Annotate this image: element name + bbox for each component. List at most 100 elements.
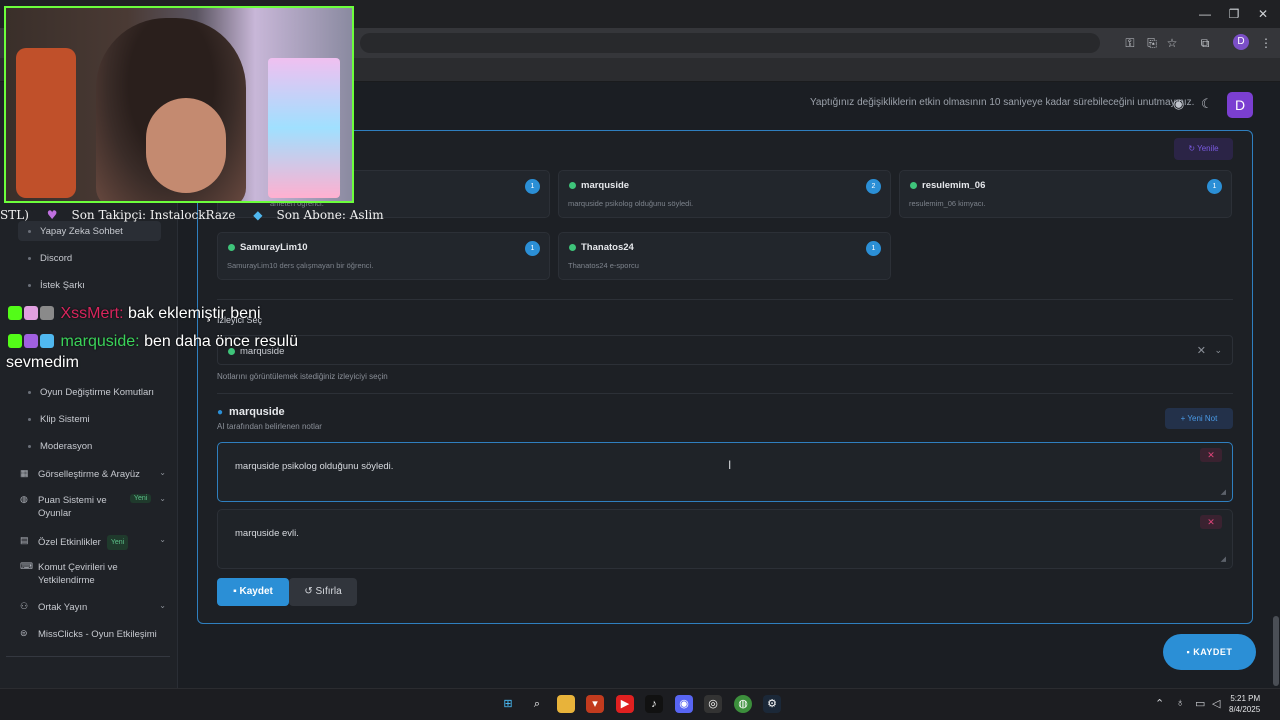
users-icon: ⚇	[20, 601, 29, 611]
sidebar-group-gorsellestirme[interactable]: ▦ Görselleştirme & Arayüz ⌄	[20, 468, 166, 481]
user-avatar[interactable]: D	[1227, 92, 1253, 118]
tray-chevron-icon[interactable]: ⌃	[1155, 697, 1164, 710]
chat-message: XssMert: bak eklemiştir beni	[8, 305, 261, 323]
file-explorer-icon[interactable]	[557, 695, 575, 713]
chevron-down-icon: ⌄	[159, 535, 166, 544]
pc-case	[268, 58, 340, 198]
delete-note-button[interactable]: ✕	[1200, 448, 1222, 462]
diamond-icon: ◆	[253, 208, 263, 222]
selected-user-subtitle: AI tarafından belirlenen notlar	[217, 422, 322, 431]
settings-notice: Yaptığınız değişikliklerin etkin olmasın…	[810, 97, 1195, 108]
network-icon[interactable]: ▭	[1195, 697, 1205, 710]
page-scrollbar[interactable]	[1273, 616, 1279, 686]
chrome-icon[interactable]: ◍	[734, 695, 752, 713]
coins-icon: ◍	[20, 494, 28, 504]
sidebar-group-komut-cevirileri[interactable]: ⌨ Komut Çevirileri ve Yetkilendirme	[20, 561, 166, 587]
viewer-card[interactable]: Thanatos24 Thanatos24 e-sporcu 1	[558, 232, 891, 280]
webcam-overlay	[4, 6, 354, 203]
chevron-down-icon[interactable]: ⌄	[1214, 345, 1222, 356]
delete-note-button[interactable]: ✕	[1200, 515, 1222, 529]
tiktok-icon[interactable]: ♪	[645, 695, 663, 713]
volume-icon[interactable]: ◁	[1212, 697, 1220, 710]
gamepad-icon: ⊜	[20, 628, 28, 638]
online-dot	[228, 244, 235, 251]
chevron-down-icon: ⌄	[159, 601, 166, 610]
refresh-button[interactable]: ↻ Yenile	[1174, 138, 1233, 160]
online-dot	[569, 182, 576, 189]
clear-icon[interactable]: ✕	[1197, 344, 1206, 357]
sidebar-item-discord[interactable]: Discord	[28, 253, 72, 264]
resize-handle-icon[interactable]: ◢	[1221, 488, 1226, 496]
chevron-down-icon: ⌄	[159, 494, 166, 503]
windows-start-icon[interactable]: ⊞	[499, 695, 517, 713]
sidebar-item-yapay-zeka-sohbet[interactable]: Yapay Zeka Sohbet	[28, 226, 123, 237]
chat-message: marquside: ben daha önce resulü	[8, 333, 298, 351]
viewer-card[interactable]: resulemim_06 resulemim_06 kimyacı. 1	[899, 170, 1232, 218]
key-icon[interactable]: ⚿	[1122, 35, 1138, 51]
note-count-badge: 1	[525, 241, 540, 256]
online-dot	[910, 182, 917, 189]
discord-taskbar-icon[interactable]: ◉	[675, 695, 693, 713]
note-textarea[interactable]: marquside evli. ✕ ◢	[217, 509, 1233, 569]
sidebar-divider	[6, 656, 170, 657]
floating-save-button[interactable]: ▪ KAYDET	[1163, 634, 1256, 670]
reset-button[interactable]: ↺ Sıfırla	[289, 578, 357, 606]
taskbar	[0, 688, 1280, 720]
browser-menu-icon[interactable]: ⋮	[1258, 35, 1274, 51]
note-count-badge: 2	[866, 179, 881, 194]
text-cursor-icon: I	[728, 458, 732, 472]
palette-icon: ▦	[20, 468, 29, 478]
sidebar-group-puan-sistemi[interactable]: ◍ Puan Sistemi ve Oyunlar Yeni ⌄	[20, 494, 166, 520]
vip-badge-icon	[40, 334, 54, 348]
sidebar-group-ozel-etkinlikler[interactable]: ▤ Özel Etkinlikler Yeni ⌄	[20, 535, 166, 550]
note-count-badge: 1	[866, 241, 881, 256]
install-icon[interactable]: ⎘	[1144, 35, 1160, 51]
new-badge: Yeni	[129, 494, 152, 503]
resize-handle-icon[interactable]: ◢	[1221, 555, 1226, 563]
sidebar-group-missclicks[interactable]: ⊜ MissClicks - Oyun Etkileşimi	[20, 628, 166, 641]
url-input[interactable]	[360, 33, 1100, 53]
keyboard-icon: ⌨	[20, 561, 33, 571]
chat-message-continuation: sevmedim	[6, 354, 79, 371]
viewer-card[interactable]: marquside marquside psikolog olduğunu sö…	[558, 170, 891, 218]
mod-badge-icon	[40, 306, 54, 320]
search-icon[interactable]: ⌕	[528, 695, 546, 713]
close-button[interactable]: ✕	[1246, 0, 1280, 28]
selected-user-title: ● marquside	[217, 406, 285, 418]
sidebar-item-moderasyon[interactable]: Moderasyon	[28, 441, 92, 452]
kick-badge-icon	[8, 306, 22, 320]
kick-badge-icon	[8, 334, 22, 348]
online-dot	[569, 244, 576, 251]
viewer-select[interactable]: marquside ✕ ⌄	[217, 335, 1233, 365]
puzzle-icon[interactable]: ⧉	[1197, 35, 1213, 51]
stream-info-bar: STL) ♥ Son Takipçi: InstalockRaze ◆ Son Ab…	[0, 208, 384, 222]
app-icon[interactable]: ▾	[586, 695, 604, 713]
viewer-select-helper: Notlarını görüntülemek istediğiniz izley…	[217, 372, 388, 381]
viewer-card[interactable]: SamurayLim10 SamurayLim10 ders çalışmaya…	[217, 232, 550, 280]
streamer-face	[146, 98, 226, 193]
save-button[interactable]: ▪ Kaydet	[217, 578, 289, 606]
youtube-icon[interactable]: ▶	[616, 695, 634, 713]
sidebar-item-klip-sistemi[interactable]: Klip Sistemi	[28, 414, 90, 425]
user-icon: ●	[217, 407, 224, 418]
sidebar-item-istek-sarki[interactable]: İstek Şarkı	[28, 280, 85, 291]
section-divider	[217, 299, 1233, 300]
note-textarea[interactable]: marquside psikolog olduğunu söyledi. ✕ ◢	[217, 442, 1233, 502]
microphone-icon[interactable]: ♁	[1176, 697, 1184, 709]
calendar-icon: ▤	[20, 535, 29, 545]
chevron-down-icon: ⌄	[159, 468, 166, 477]
browser-profile-avatar[interactable]: D	[1233, 34, 1249, 50]
sub-badge-icon	[24, 334, 38, 348]
system-clock[interactable]: 5:21 PM 8/4/2025	[1229, 693, 1260, 715]
sidebar-item-oyun-degistirme[interactable]: Oyun Değiştirme Komutları	[28, 387, 154, 398]
discord-icon[interactable]: ◉	[1173, 96, 1184, 112]
moon-icon[interactable]: ☾	[1201, 96, 1213, 112]
section-divider	[217, 393, 1233, 394]
star-icon[interactable]: ☆	[1164, 35, 1180, 51]
obs-icon[interactable]: ◎	[704, 695, 722, 713]
note-count-badge: 1	[1207, 179, 1222, 194]
steam-icon[interactable]: ⚙	[763, 695, 781, 713]
note-count-badge: 1	[525, 179, 540, 194]
new-note-button[interactable]: + Yeni Not	[1165, 408, 1233, 429]
sidebar-group-ortak-yayin[interactable]: ⚇ Ortak Yayın ⌄	[20, 601, 166, 614]
